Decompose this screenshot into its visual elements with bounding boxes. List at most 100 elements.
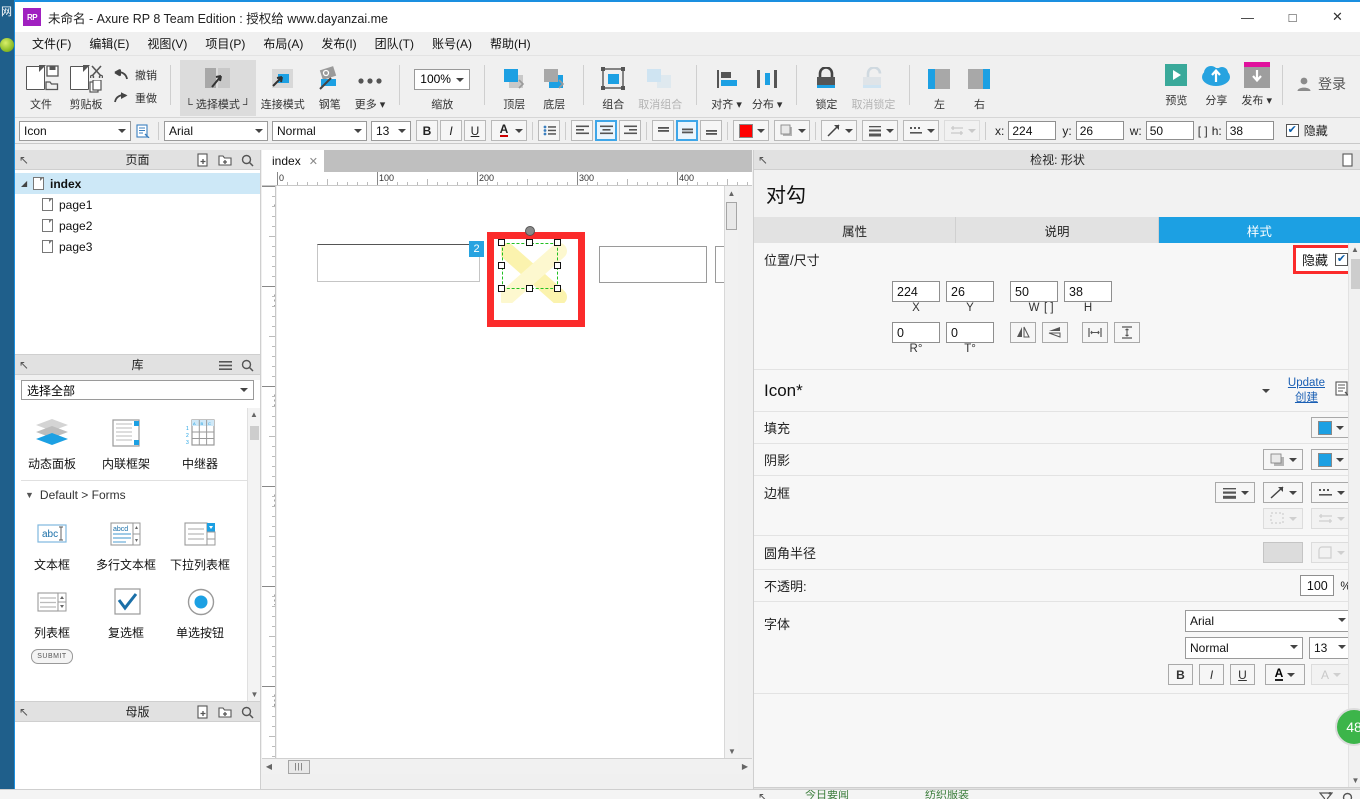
menu-project[interactable]: 项目(P) bbox=[196, 32, 254, 55]
library-item-dynamic-panel[interactable]: 动态面板 bbox=[15, 408, 89, 476]
preview-button[interactable]: 预览 bbox=[1156, 56, 1196, 112]
resize-handle-n[interactable] bbox=[526, 239, 533, 246]
font-size-select[interactable]: 13 bbox=[1309, 637, 1351, 659]
resize-handle-ne[interactable] bbox=[554, 239, 561, 246]
canvas-badge-2[interactable]: 2 bbox=[469, 241, 484, 257]
canvas-horizontal-scrollbar[interactable]: ◀ ||| ▶ bbox=[262, 758, 752, 774]
style-manager-icon[interactable] bbox=[133, 120, 153, 141]
resize-handle-nw[interactable] bbox=[498, 239, 505, 246]
resize-handle-e[interactable] bbox=[554, 262, 561, 269]
flip-vertical-icon[interactable] bbox=[1042, 322, 1068, 343]
canvas-surface[interactable]: 2 bbox=[277, 186, 738, 774]
add-folder-icon[interactable] bbox=[216, 703, 234, 721]
search-icon[interactable] bbox=[238, 356, 256, 374]
undo-button[interactable]: 撤销 bbox=[109, 66, 161, 84]
menu-edit[interactable]: 编辑(E) bbox=[80, 32, 138, 55]
fill-color-button[interactable] bbox=[1311, 417, 1351, 438]
add-page-icon[interactable] bbox=[194, 151, 212, 169]
rotate-handle[interactable] bbox=[525, 226, 535, 236]
border-width-button[interactable] bbox=[1215, 482, 1255, 503]
minimize-button[interactable]: — bbox=[1225, 2, 1270, 32]
tab-properties[interactable]: 属性 bbox=[754, 217, 957, 243]
collapse-arrow-icon[interactable]: ↖ bbox=[15, 703, 33, 721]
inspector-scrollbar[interactable]: ▲ ▼ bbox=[1348, 243, 1360, 787]
border-line-style-button[interactable] bbox=[1263, 482, 1303, 503]
font-family-select[interactable]: Arial bbox=[164, 120, 268, 141]
w-input[interactable] bbox=[1145, 121, 1194, 140]
menu-file[interactable]: 文件(F) bbox=[23, 32, 80, 55]
group-button[interactable]: 组合 bbox=[593, 60, 633, 116]
page-tree-item-page3[interactable]: page3 bbox=[15, 236, 260, 257]
bullet-list-button[interactable] bbox=[538, 120, 560, 141]
menu-team[interactable]: 团队(T) bbox=[366, 32, 423, 55]
align-button[interactable]: 对齐 ▾ bbox=[706, 60, 747, 116]
library-item-checkbox[interactable]: 复选框 bbox=[89, 577, 163, 645]
canvas-widget-rect-left[interactable] bbox=[317, 244, 480, 282]
canvas-tab-index[interactable]: index ✕ bbox=[262, 150, 324, 172]
connect-mode-button[interactable]: 连接模式 bbox=[256, 60, 310, 116]
close-button[interactable]: ✕ bbox=[1315, 2, 1360, 32]
shadow-button[interactable] bbox=[774, 120, 810, 141]
text-rotation-input[interactable] bbox=[946, 322, 994, 343]
menu-layout[interactable]: 布局(A) bbox=[254, 32, 312, 55]
taskbar-item-1[interactable]: 今日要闻 bbox=[805, 790, 849, 799]
distribute-button[interactable]: 分布 ▾ bbox=[747, 60, 788, 116]
hscroll-trough[interactable]: ||| bbox=[276, 759, 738, 774]
select-mode-button[interactable]: └ 选择模式 ┘ bbox=[180, 60, 256, 116]
library-item-textarea[interactable]: abcd 多行文本框 bbox=[89, 509, 163, 577]
library-scrollbar[interactable]: ▲ ▼ bbox=[247, 408, 260, 701]
canvas-hscroll-thumb[interactable]: ||| bbox=[288, 759, 310, 774]
create-style-link[interactable]: 创建 bbox=[1295, 389, 1318, 405]
library-item-repeater[interactable]: A B C 1 2 3 中继器 bbox=[163, 408, 237, 476]
send-to-back-button[interactable]: 底层 bbox=[534, 60, 574, 116]
underline-button[interactable]: U bbox=[464, 120, 486, 141]
bold-button[interactable]: B bbox=[1168, 664, 1193, 685]
zoom-select[interactable]: 100% bbox=[414, 68, 471, 90]
italic-button[interactable]: I bbox=[1199, 664, 1224, 685]
font-weight-select[interactable]: Normal bbox=[1185, 637, 1303, 659]
valign-top-button[interactable] bbox=[652, 120, 674, 141]
library-selector[interactable]: 选择全部 bbox=[21, 380, 254, 400]
collapse-arrow-icon[interactable]: ↖ bbox=[15, 356, 33, 374]
library-item-inline-frame[interactable]: 内联框架 bbox=[89, 408, 163, 476]
library-category-forms[interactable]: ▼ Default > Forms bbox=[15, 485, 260, 505]
filter-icon[interactable] bbox=[1317, 789, 1335, 799]
fit-height-icon[interactable] bbox=[1114, 322, 1140, 343]
lock-aspect-ratio-icon[interactable]: [ ] bbox=[1044, 302, 1054, 314]
page-tree-item-index[interactable]: ◢ index bbox=[15, 173, 260, 194]
italic-button[interactable]: I bbox=[440, 120, 462, 141]
add-master-icon[interactable] bbox=[194, 703, 212, 721]
chevron-down-icon[interactable] bbox=[1261, 388, 1270, 393]
resize-handle-w[interactable] bbox=[498, 262, 505, 269]
menu-account[interactable]: 账号(A) bbox=[423, 32, 481, 55]
inspector-scroll-thumb[interactable] bbox=[1351, 259, 1360, 289]
toggle-left-pane-button[interactable]: 左 bbox=[919, 60, 959, 116]
lock-button[interactable]: 锁定 bbox=[806, 60, 846, 116]
pen-tool-button[interactable]: 钢笔 bbox=[310, 60, 350, 116]
publish-button[interactable]: 发布 ▾ bbox=[1236, 56, 1277, 112]
font-color-button[interactable]: A bbox=[1265, 664, 1305, 685]
library-item-dropdown[interactable]: 下拉列表框 bbox=[163, 509, 237, 577]
expand-arrow-icon[interactable]: ◢ bbox=[21, 179, 33, 188]
resize-handle-se[interactable] bbox=[554, 285, 561, 292]
x-input[interactable] bbox=[892, 281, 940, 302]
flip-horizontal-icon[interactable] bbox=[1010, 322, 1036, 343]
border-pattern-button[interactable] bbox=[1311, 482, 1351, 503]
font-color-button[interactable]: A bbox=[491, 120, 527, 141]
scroll-up-arrow-icon[interactable]: ▲ bbox=[1349, 243, 1360, 256]
w-input[interactable] bbox=[1010, 281, 1058, 302]
scroll-up-arrow-icon[interactable]: ▲ bbox=[725, 186, 738, 200]
lock-aspect-ratio-icon[interactable]: [ ] bbox=[1198, 124, 1208, 138]
page-tree-item-page1[interactable]: page1 bbox=[15, 194, 260, 215]
library-item-text-field[interactable]: abc 文本框 bbox=[15, 509, 89, 577]
align-left-button[interactable] bbox=[571, 120, 593, 141]
rotation-input[interactable] bbox=[892, 322, 940, 343]
opacity-input[interactable] bbox=[1300, 575, 1335, 596]
add-folder-icon[interactable] bbox=[216, 151, 234, 169]
inspector-hidden-checkbox[interactable]: ✔ bbox=[1335, 253, 1348, 266]
update-style-link[interactable]: Update bbox=[1288, 377, 1325, 389]
valign-bottom-button[interactable] bbox=[700, 120, 722, 141]
h-input[interactable] bbox=[1225, 121, 1274, 140]
scroll-up-arrow-icon[interactable]: ▲ bbox=[248, 408, 260, 421]
login-button[interactable]: 登录 bbox=[1288, 56, 1354, 112]
